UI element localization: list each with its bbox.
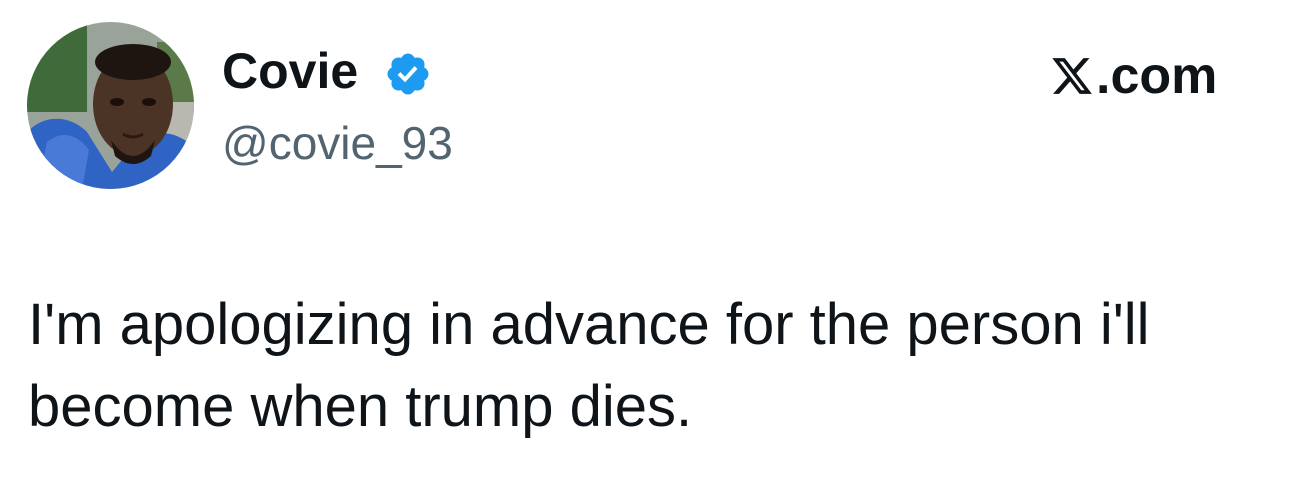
site-domain-suffix: .com (1096, 47, 1218, 105)
x-logo-icon (1052, 58, 1092, 94)
tweet-text: I'm apologizing in advance for the perso… (28, 292, 1150, 439)
avatar-image (27, 22, 194, 189)
author-display-name[interactable]: Covie (222, 40, 358, 102)
site-brand[interactable]: .com (1050, 44, 1217, 108)
author-handle[interactable]: @covie_93 (222, 114, 453, 172)
verified-badge-icon (387, 53, 429, 95)
avatar[interactable] (27, 22, 194, 189)
